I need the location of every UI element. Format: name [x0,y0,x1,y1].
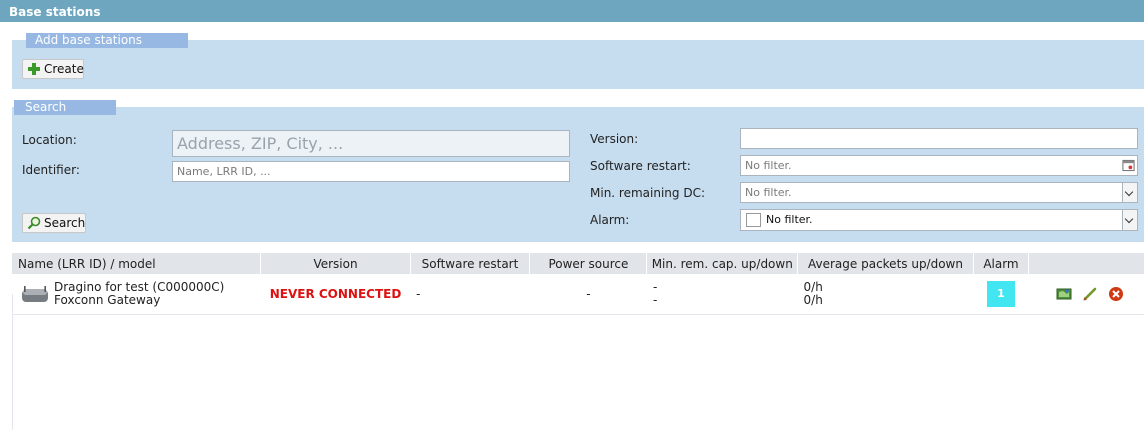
page-title: Base stations [0,0,1144,22]
search-legend: Search [14,100,116,115]
column-header-min-remaining-capacity[interactable]: Min. rem. cap. up/down [646,253,799,274]
calendar-icon[interactable] [1122,159,1135,172]
version-label: Version: [590,132,639,146]
alarm-badge[interactable]: 1 [986,281,1015,307]
avg-packets-up: 0/h [803,280,823,294]
alarm-color-swatch [746,213,761,227]
table-left-border [12,294,13,430]
table-row[interactable]: Dragino for test (C000000C) Foxconn Gate… [12,274,1144,315]
software-restart-input[interactable]: No filter. [740,155,1138,176]
version-input[interactable] [740,128,1138,149]
chevron-down-icon[interactable] [1122,210,1137,230]
cell-average-packets: 0/h 0/h [797,274,974,315]
min-rem-down: - [652,293,658,307]
column-header-version[interactable]: Version [260,253,411,274]
search-button[interactable]: Search [22,213,86,233]
search-button-label: Search [44,216,86,230]
avg-packets-down: 0/h [803,293,823,307]
software-restart-label: Software restart: [590,159,691,173]
identifier-label: Identifier: [22,163,80,177]
chevron-down-icon[interactable] [1122,183,1137,202]
cell-version: NEVER CONNECTED [260,274,411,315]
magnifier-icon [27,216,41,230]
plus-icon [28,63,40,75]
min-remaining-dc-select[interactable]: No filter. [740,182,1138,203]
gateway-icon [22,286,48,302]
base-stations-table: Name (LRR ID) / model Version Software r… [12,253,1144,315]
station-model: Foxconn Gateway [54,293,161,307]
table-header-row: Name (LRR ID) / model Version Software r… [12,253,1144,274]
column-header-alarm[interactable]: Alarm [973,253,1029,274]
software-restart-value: No filter. [745,159,792,172]
add-base-stations-legend: Add base stations [26,33,188,48]
identifier-placeholder: Name, LRR ID, ... [177,165,271,178]
alarm-label: Alarm: [590,213,630,227]
cell-name[interactable]: Dragino for test (C000000C) Foxconn Gate… [12,274,261,315]
min-rem-up: - [652,280,658,294]
create-button[interactable]: Create [22,59,84,79]
column-header-power-source[interactable]: Power source [529,253,648,274]
identifier-input[interactable]: Name, LRR ID, ... [172,161,570,182]
cell-power-source: - [529,274,647,315]
location-input[interactable]: Address, ZIP, City, ... [172,130,570,157]
column-header-average-packets[interactable]: Average packets up/down [797,253,974,274]
create-button-label: Create [44,62,84,76]
alarm-value: No filter. [766,213,813,226]
cell-actions [1028,274,1144,315]
map-icon[interactable] [1056,286,1072,302]
cell-min-remaining-capacity: - - [646,274,798,315]
location-label: Location: [22,133,77,147]
cell-alarm: 1 [973,274,1029,315]
min-remaining-dc-value: No filter. [745,186,792,199]
cell-software-restart: - [410,274,530,315]
alarm-select[interactable]: No filter. [740,209,1138,231]
column-header-actions [1028,253,1144,274]
location-placeholder: Address, ZIP, City, ... [177,134,344,153]
column-header-software-restart[interactable]: Software restart [410,253,531,274]
column-header-name[interactable]: Name (LRR ID) / model [12,253,262,274]
edit-icon[interactable] [1082,286,1098,302]
version-status: NEVER CONNECTED [269,287,402,301]
delete-icon[interactable] [1108,286,1124,302]
min-remaining-dc-label: Min. remaining DC: [590,186,705,200]
